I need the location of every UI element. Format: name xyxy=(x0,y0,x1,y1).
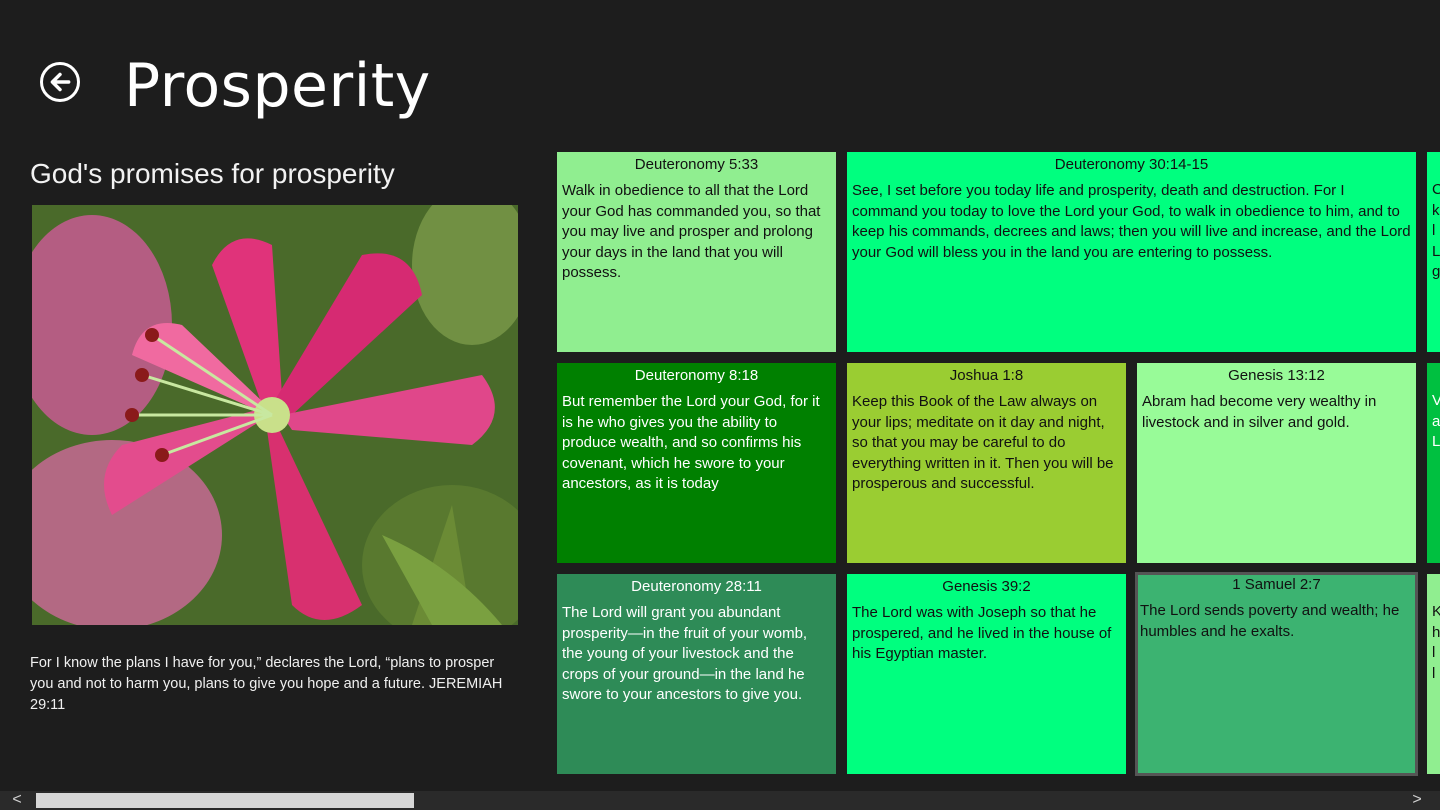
verse-text: Walk in obedience to all that the Lord y… xyxy=(562,182,821,281)
page-title: Prosperity xyxy=(124,51,431,121)
verse-text: VaL xyxy=(1432,392,1440,450)
section-subtitle: God's promises for prosperity xyxy=(30,158,395,189)
verse-text: The Lord will grant you abundant prosper… xyxy=(562,604,808,703)
verse-reference: Deuteronomy 28:11 xyxy=(631,578,762,595)
verse-tile-partial[interactable]: CklLg xyxy=(1427,152,1440,352)
horizontal-scrollbar[interactable]: < > xyxy=(0,791,1440,810)
verse-text: The Lord was with Joseph so that he pros… xyxy=(852,604,1112,662)
chevron-right-icon[interactable]: > xyxy=(1406,791,1428,810)
scrollbar-thumb[interactable] xyxy=(36,793,414,808)
verse-tile-partial[interactable]: Khll xyxy=(1427,574,1440,774)
verse-text: Abram had become very wealthy in livesto… xyxy=(1142,393,1377,431)
jeremiah-quote: For I know the plans I have for you,” de… xyxy=(30,655,503,713)
verse-tile-genesis-13-12[interactable]: Genesis 13:12 Abram had become very weal… xyxy=(1137,363,1416,563)
chevron-left-icon[interactable]: < xyxy=(6,791,28,810)
verse-text: But remember the Lord your God, for it i… xyxy=(562,393,820,492)
verse-reference: Deuteronomy 30:14-15 xyxy=(1054,156,1209,173)
verse-text: Khll xyxy=(1432,603,1440,682)
verse-tile-partial[interactable]: VaL xyxy=(1427,363,1440,563)
verse-tile-1-samuel-2-7[interactable]: 1 Samuel 2:7 The Lord sends poverty and … xyxy=(1135,572,1418,776)
verse-reference: Joshua 1:8 xyxy=(949,367,1024,384)
verse-tile-genesis-39-2[interactable]: Genesis 39:2 The Lord was with Joseph so… xyxy=(847,574,1126,774)
verse-text: CklLg xyxy=(1432,181,1440,280)
verse-text: Keep this Book of the Law always on your… xyxy=(852,393,1114,492)
verse-reference: Genesis 13:12 xyxy=(1228,367,1325,384)
left-panel: God's promises for prosperity For I know… xyxy=(30,155,520,713)
verse-text: See, I set before you today life and pro… xyxy=(852,182,1411,261)
arrow-left-icon xyxy=(50,72,71,92)
verse-reference: Deuteronomy 8:18 xyxy=(634,367,759,384)
verse-text: The Lord sends poverty and wealth; he hu… xyxy=(1140,602,1400,640)
verse-reference: Genesis 39:2 xyxy=(942,578,1031,595)
back-button[interactable] xyxy=(40,62,80,102)
verse-tile-deuteronomy-5-33[interactable]: Deuteronomy 5:33 Walk in obedience to al… xyxy=(557,152,836,352)
verse-tile-deuteronomy-28-11[interactable]: Deuteronomy 28:11 The Lord will grant yo… xyxy=(557,574,836,774)
verse-reference: Deuteronomy 5:33 xyxy=(634,156,759,173)
verse-tile-joshua-1-8[interactable]: Joshua 1:8 Keep this Book of the Law alw… xyxy=(847,363,1126,563)
lily-photo xyxy=(32,205,518,625)
verse-tile-deuteronomy-30-14[interactable]: Deuteronomy 30:14-15 See, I set before y… xyxy=(847,152,1416,352)
verse-tile-deuteronomy-8-18[interactable]: Deuteronomy 8:18 But remember the Lord y… xyxy=(557,363,836,563)
verse-reference: 1 Samuel 2:7 xyxy=(1232,576,1321,593)
